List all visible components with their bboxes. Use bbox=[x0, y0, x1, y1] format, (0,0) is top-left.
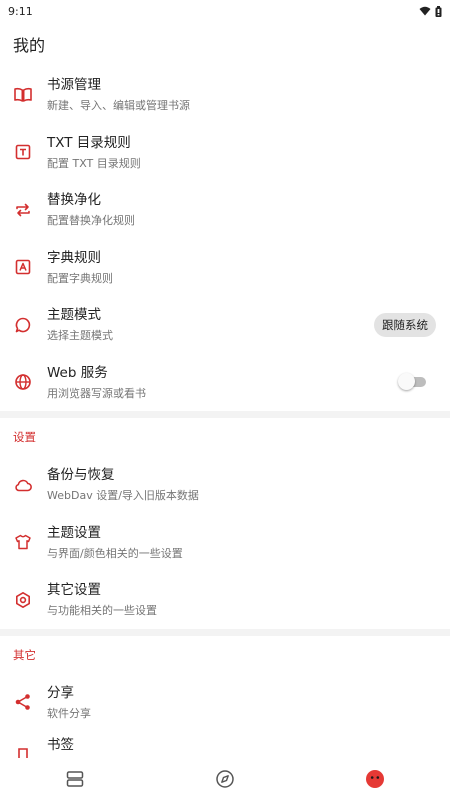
item-title: 主题模式 bbox=[47, 307, 101, 324]
gear-icon bbox=[0, 590, 46, 610]
nav-my[interactable] bbox=[300, 758, 450, 800]
theme-bubble-icon bbox=[0, 315, 46, 335]
settings-list: 书源管理 新建、导入、编辑或管理书源 TXT 目录规则 配置 TXT 目录规则 … bbox=[0, 66, 450, 771]
item-summary: 新建、导入、编辑或管理书源 bbox=[47, 99, 190, 113]
item-title: TXT 目录规则 bbox=[47, 134, 131, 151]
wifi-icon bbox=[419, 6, 431, 16]
bottom-navigation bbox=[0, 758, 450, 800]
item-share[interactable]: 分享 软件分享 bbox=[0, 674, 450, 732]
section-divider bbox=[0, 628, 450, 636]
item-book-source[interactable]: 书源管理 新建、导入、编辑或管理书源 bbox=[0, 66, 450, 124]
item-replace-rule[interactable]: 替换净化 配置替换净化规则 bbox=[0, 181, 450, 239]
txt-rule-icon bbox=[0, 142, 46, 162]
nav-bookshelf[interactable] bbox=[0, 758, 150, 800]
item-title: 其它设置 bbox=[47, 582, 101, 599]
nav-discover[interactable] bbox=[150, 758, 300, 800]
item-title: 分享 bbox=[47, 684, 74, 701]
tshirt-icon bbox=[0, 532, 46, 552]
dictionary-icon bbox=[0, 257, 46, 277]
item-summary: 配置 TXT 目录规则 bbox=[47, 156, 141, 170]
item-other-settings[interactable]: 其它设置 与功能相关的一些设置 bbox=[0, 571, 450, 629]
section-divider bbox=[0, 411, 450, 418]
book-open-icon bbox=[0, 85, 46, 105]
section-header-other: 其它 bbox=[13, 647, 36, 662]
item-summary: 用浏览器写源或看书 bbox=[47, 386, 146, 400]
globe-icon bbox=[0, 372, 46, 392]
switch-thumb bbox=[398, 373, 415, 391]
item-theme-mode[interactable]: 主题模式 选择主题模式 跟随系统 bbox=[0, 296, 450, 354]
item-summary: 与界面/颜色相关的一些设置 bbox=[47, 546, 183, 560]
item-web-service[interactable]: Web 服务 用浏览器写源或看书 bbox=[0, 354, 450, 412]
item-summary: WebDav 设置/导入旧版本数据 bbox=[47, 489, 199, 503]
bookshelf-icon bbox=[66, 771, 84, 787]
item-title: 备份与恢复 bbox=[47, 467, 115, 484]
status-time: 9:11 bbox=[8, 4, 33, 18]
status-icons bbox=[419, 5, 442, 17]
item-dict-rule[interactable]: 字典规则 配置字典规则 bbox=[0, 239, 450, 297]
item-summary: 选择主题模式 bbox=[47, 329, 113, 343]
item-backup[interactable]: 备份与恢复 WebDav 设置/导入旧版本数据 bbox=[0, 456, 450, 514]
compass-icon bbox=[216, 770, 234, 788]
item-title: Web 服务 bbox=[47, 364, 108, 381]
item-title: 书源管理 bbox=[47, 77, 101, 94]
web-service-switch[interactable] bbox=[398, 373, 428, 391]
page-title: 我的 bbox=[13, 36, 46, 55]
item-title: 书签 bbox=[47, 737, 74, 753]
battery-icon bbox=[435, 5, 442, 17]
item-summary: 配置替换净化规则 bbox=[47, 214, 135, 228]
item-summary: 软件分享 bbox=[47, 706, 91, 720]
section-header-settings: 设置 bbox=[13, 430, 36, 444]
item-title: 主题设置 bbox=[47, 524, 101, 541]
item-summary: 配置字典规则 bbox=[47, 271, 113, 285]
theme-mode-value[interactable]: 跟随系统 bbox=[374, 312, 436, 337]
item-title: 替换净化 bbox=[47, 192, 101, 209]
swap-arrows-icon bbox=[0, 200, 46, 220]
status-bar: 9:11 bbox=[0, 0, 450, 22]
item-txt-rule[interactable]: TXT 目录规则 配置 TXT 目录规则 bbox=[0, 124, 450, 182]
item-title: 字典规则 bbox=[47, 249, 101, 266]
profile-icon bbox=[366, 770, 384, 788]
share-icon bbox=[0, 692, 46, 712]
item-theme-settings[interactable]: 主题设置 与界面/颜色相关的一些设置 bbox=[0, 514, 450, 572]
item-summary: 与功能相关的一些设置 bbox=[47, 604, 157, 618]
cloud-icon bbox=[0, 475, 46, 495]
